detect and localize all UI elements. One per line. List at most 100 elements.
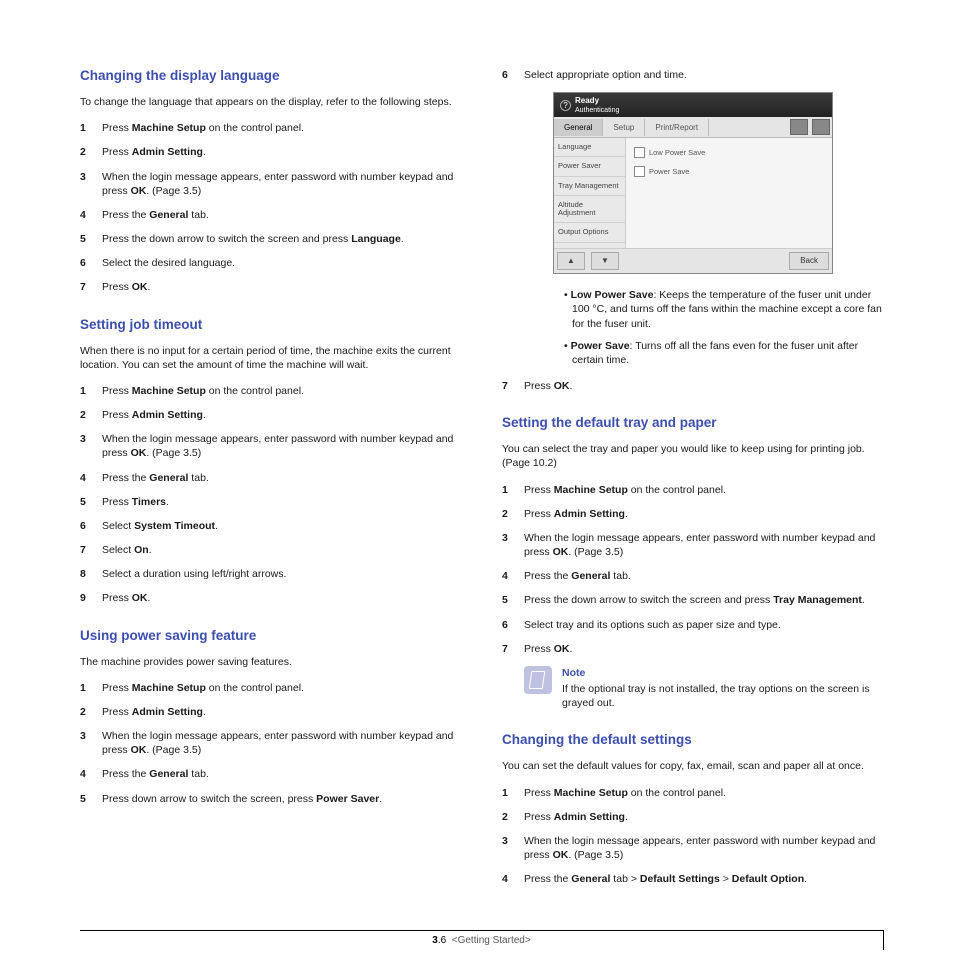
step-number: 1 <box>80 121 102 135</box>
heading-default-tray: Setting the default tray and paper <box>502 415 884 430</box>
page-footer: 3.6 <Getting Started> <box>80 930 884 950</box>
fig-auth: Authenticating <box>575 107 619 114</box>
step-item: 4Press the General tab. <box>80 767 462 781</box>
note-text: If the optional tray is not installed, t… <box>562 683 870 709</box>
step-item: 1Press Machine Setup on the control pane… <box>502 786 884 800</box>
right-column: 6 Select appropriate option and time. ? … <box>502 60 884 896</box>
fig-side-altitude-adjustment[interactable]: Altitude Adjustment <box>554 196 625 224</box>
fig-tab-general[interactable]: General <box>554 119 603 136</box>
steps-list: 1Press Machine Setup on the control pane… <box>502 786 884 887</box>
fig-option-low-power-save[interactable]: Low Power Save <box>634 147 826 158</box>
step-text: Select appropriate option and time. <box>524 68 884 82</box>
note-icon <box>524 666 552 694</box>
fig-up-arrow-button[interactable]: ▲ <box>557 252 585 270</box>
step-text: Press OK. <box>102 280 462 294</box>
step-text: Press the General tab. <box>102 208 462 222</box>
step-number: 7 <box>80 543 102 557</box>
step-number: 2 <box>80 705 102 719</box>
step-text: When the login message appears, enter pa… <box>524 531 884 559</box>
heading-job-timeout: Setting job timeout <box>80 317 462 332</box>
fig-side-tray-management[interactable]: Tray Management <box>554 177 625 196</box>
step-text: Select On. <box>102 543 462 557</box>
step-item: 1Press Machine Setup on the control pane… <box>502 483 884 497</box>
step-text: Press Admin Setting. <box>524 810 884 824</box>
note-block: Note If the optional tray is not install… <box>524 666 884 711</box>
step-number: 2 <box>502 810 524 824</box>
fig-tab-setup[interactable]: Setup <box>603 119 645 136</box>
page-number-minor: .6 <box>438 935 446 946</box>
step-text: Press Machine Setup on the control panel… <box>524 786 884 800</box>
intro-text: You can select the tray and paper you wo… <box>502 442 884 470</box>
step-item: 1Press Machine Setup on the control pane… <box>80 384 462 398</box>
step-number: 5 <box>80 495 102 509</box>
step-number: 5 <box>80 792 102 806</box>
step-item: 7Press OK. <box>80 280 462 294</box>
bullet-list: Low Power Save: Keeps the temperature of… <box>524 288 884 367</box>
step-text: Press Admin Setting. <box>102 705 462 719</box>
step-number: 4 <box>80 767 102 781</box>
step-text: Press Admin Setting. <box>102 145 462 159</box>
step-text: When the login message appears, enter pa… <box>102 170 462 198</box>
step-item: 3When the login message appears, enter p… <box>80 170 462 198</box>
fig-down-arrow-button[interactable]: ▼ <box>591 252 619 270</box>
step-number: 3 <box>502 531 524 559</box>
step-item: 2Press Admin Setting. <box>80 705 462 719</box>
step-item: 6Select System Timeout. <box>80 519 462 533</box>
step-item: 4Press the General tab. <box>80 208 462 222</box>
step-number: 1 <box>80 384 102 398</box>
fig-tab-print-report[interactable]: Print/Report <box>645 119 709 136</box>
step-text: Select a duration using left/right arrow… <box>102 567 462 581</box>
fig-side-output-options[interactable]: Output Options <box>554 223 625 242</box>
fig-back-button[interactable]: Back <box>789 252 829 270</box>
step-item: 5Press Timers. <box>80 495 462 509</box>
steps-list: 1Press Machine Setup on the control pane… <box>80 384 462 606</box>
steps-list: 7 Press OK. <box>502 379 884 393</box>
step-number: 4 <box>502 872 524 886</box>
step-item: 6 Select appropriate option and time. <box>502 68 884 82</box>
step-text: Press OK. <box>524 379 884 393</box>
intro-text: To change the language that appears on t… <box>80 95 462 109</box>
step-number: 7 <box>80 280 102 294</box>
step-item: 3When the login message appears, enter p… <box>502 834 884 862</box>
step-item: 5Press down arrow to switch the screen, … <box>80 792 462 806</box>
steps-list: 6 Select appropriate option and time. <box>502 68 884 82</box>
heading-display-language: Changing the display language <box>80 68 462 83</box>
step-text: Press Timers. <box>102 495 462 509</box>
step-number: 2 <box>80 408 102 422</box>
help-icon: ? <box>560 100 571 111</box>
note-title: Note <box>562 666 884 680</box>
step-text: Press Admin Setting. <box>524 507 884 521</box>
left-column: Changing the display language To change … <box>80 60 462 896</box>
fig-side-power-saver[interactable]: Power Saver <box>554 157 625 176</box>
fig-toolbar-icon[interactable] <box>790 119 808 135</box>
step-item: 6Select the desired language. <box>80 256 462 270</box>
step-item: 3When the login message appears, enter p… <box>80 729 462 757</box>
fig-toolbar-icon[interactable] <box>812 119 830 135</box>
step-number: 5 <box>502 593 524 607</box>
step-number: 3 <box>80 170 102 198</box>
step-item: 4Press the General tab > Default Setting… <box>502 872 884 886</box>
step-item: 5Press the down arrow to switch the scre… <box>502 593 884 607</box>
step-number: 1 <box>502 483 524 497</box>
fig-option-power-save[interactable]: Power Save <box>634 166 826 177</box>
step-item: 6Select tray and its options such as pap… <box>502 618 884 632</box>
intro-text: You can set the default values for copy,… <box>502 759 884 773</box>
step-number: 6 <box>80 519 102 533</box>
step-text: Press Machine Setup on the control panel… <box>524 483 884 497</box>
step-text: Press Machine Setup on the control panel… <box>102 681 462 695</box>
step-number: 7 <box>502 642 524 656</box>
step-item: 3When the login message appears, enter p… <box>502 531 884 559</box>
step-text: Press the down arrow to switch the scree… <box>102 232 462 246</box>
step-text: Select the desired language. <box>102 256 462 270</box>
step-text: Press Machine Setup on the control panel… <box>102 121 462 135</box>
fig-side-language[interactable]: Language <box>554 138 625 157</box>
step-item: 2Press Admin Setting. <box>80 145 462 159</box>
step-item: 5Press the down arrow to switch the scre… <box>80 232 462 246</box>
step-text: Press the General tab. <box>524 569 884 583</box>
step-number: 7 <box>502 379 524 393</box>
step-text: Press the General tab. <box>102 767 462 781</box>
step-item: 2Press Admin Setting. <box>502 810 884 824</box>
step-number: 9 <box>80 591 102 605</box>
page: Changing the display language To change … <box>0 0 954 980</box>
step-item: 4Press the General tab. <box>502 569 884 583</box>
